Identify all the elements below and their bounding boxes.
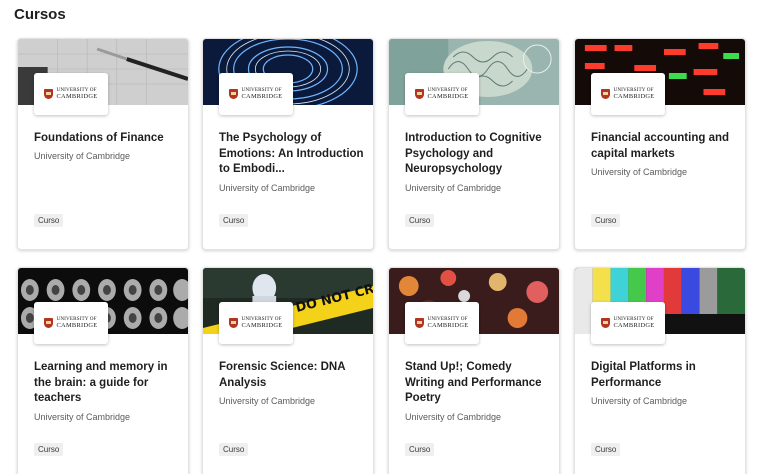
cambridge-logo: UNIVERSITY OF CAMBRIDGE [34,302,108,344]
section-title: Cursos [14,6,66,23]
course-partner: University of Cambridge [34,412,131,422]
shield-icon [415,318,425,328]
shield-icon [601,318,611,328]
course-type-badge: Curso [219,214,249,227]
cambridge-logo: UNIVERSITY OF CAMBRIDGE [591,302,665,344]
cambridge-logo: UNIVERSITY OF CAMBRIDGE [219,73,293,115]
course-type-badge: Curso [405,214,435,227]
course-title[interactable]: Foundations of Finance [34,131,179,147]
course-partner: University of Cambridge [591,167,688,177]
course-type-badge: Curso [591,443,621,456]
course-card-learning-and-memory[interactable]: UNIVERSITY OF CAMBRIDGE Learning and memo… [17,267,189,474]
course-title[interactable]: Learning and memory in the brain: a guid… [34,360,179,407]
course-card-digital-platforms[interactable]: UNIVERSITY OF CAMBRIDGE Digital Platforms… [574,267,746,474]
course-title[interactable]: Stand Up!; Comedy Writing and Performanc… [405,360,550,407]
course-card-foundations-of-finance[interactable]: UNIVERSITY OF CAMBRIDGE Foundations of Fi… [17,38,189,250]
cambridge-logo: UNIVERSITY OF CAMBRIDGE [34,73,108,115]
course-type-badge: Curso [34,443,64,456]
course-card-stand-up-comedy[interactable]: UNIVERSITY OF CAMBRIDGE Stand Up!; Comedy… [388,267,560,474]
course-title[interactable]: Forensic Science: DNA Analysis [219,360,364,391]
course-type-badge: Curso [219,443,249,456]
course-type-badge: Curso [34,214,64,227]
course-card-cognitive-psychology[interactable]: UNIVERSITY OF CAMBRIDGE Introduction to C… [388,38,560,250]
course-partner: University of Cambridge [219,183,316,193]
shield-icon [44,318,54,328]
course-type-badge: Curso [591,214,621,227]
cambridge-logo: UNIVERSITY OF CAMBRIDGE [219,302,293,344]
shield-icon [44,89,54,99]
cambridge-logo: UNIVERSITY OF CAMBRIDGE [591,73,665,115]
course-partner: University of Cambridge [34,151,131,161]
course-type-badge: Curso [405,443,435,456]
shield-icon [415,89,425,99]
course-card-financial-accounting[interactable]: UNIVERSITY OF CAMBRIDGE Financial account… [574,38,746,250]
course-title[interactable]: Financial accounting and capital markets [591,131,736,162]
course-title[interactable]: Digital Platforms in Performance [591,360,736,391]
course-partner: University of Cambridge [405,412,502,422]
course-card-forensic-science[interactable]: DO NOT CROSS UNIVERSITY OF CAMBRIDGE Fore… [202,267,374,474]
shield-icon [229,89,239,99]
course-partner: University of Cambridge [591,396,688,406]
shield-icon [601,89,611,99]
cambridge-logo: UNIVERSITY OF CAMBRIDGE [405,73,479,115]
course-partner: University of Cambridge [219,396,316,406]
course-card-psychology-of-emotions[interactable]: UNIVERSITY OF CAMBRIDGE The Psychology of… [202,38,374,250]
cambridge-logo: UNIVERSITY OF CAMBRIDGE [405,302,479,344]
course-partner: University of Cambridge [405,183,502,193]
course-title[interactable]: The Psychology of Emotions: An Introduct… [219,131,364,178]
course-title[interactable]: Introduction to Cognitive Psychology and… [405,131,550,178]
shield-icon [229,318,239,328]
